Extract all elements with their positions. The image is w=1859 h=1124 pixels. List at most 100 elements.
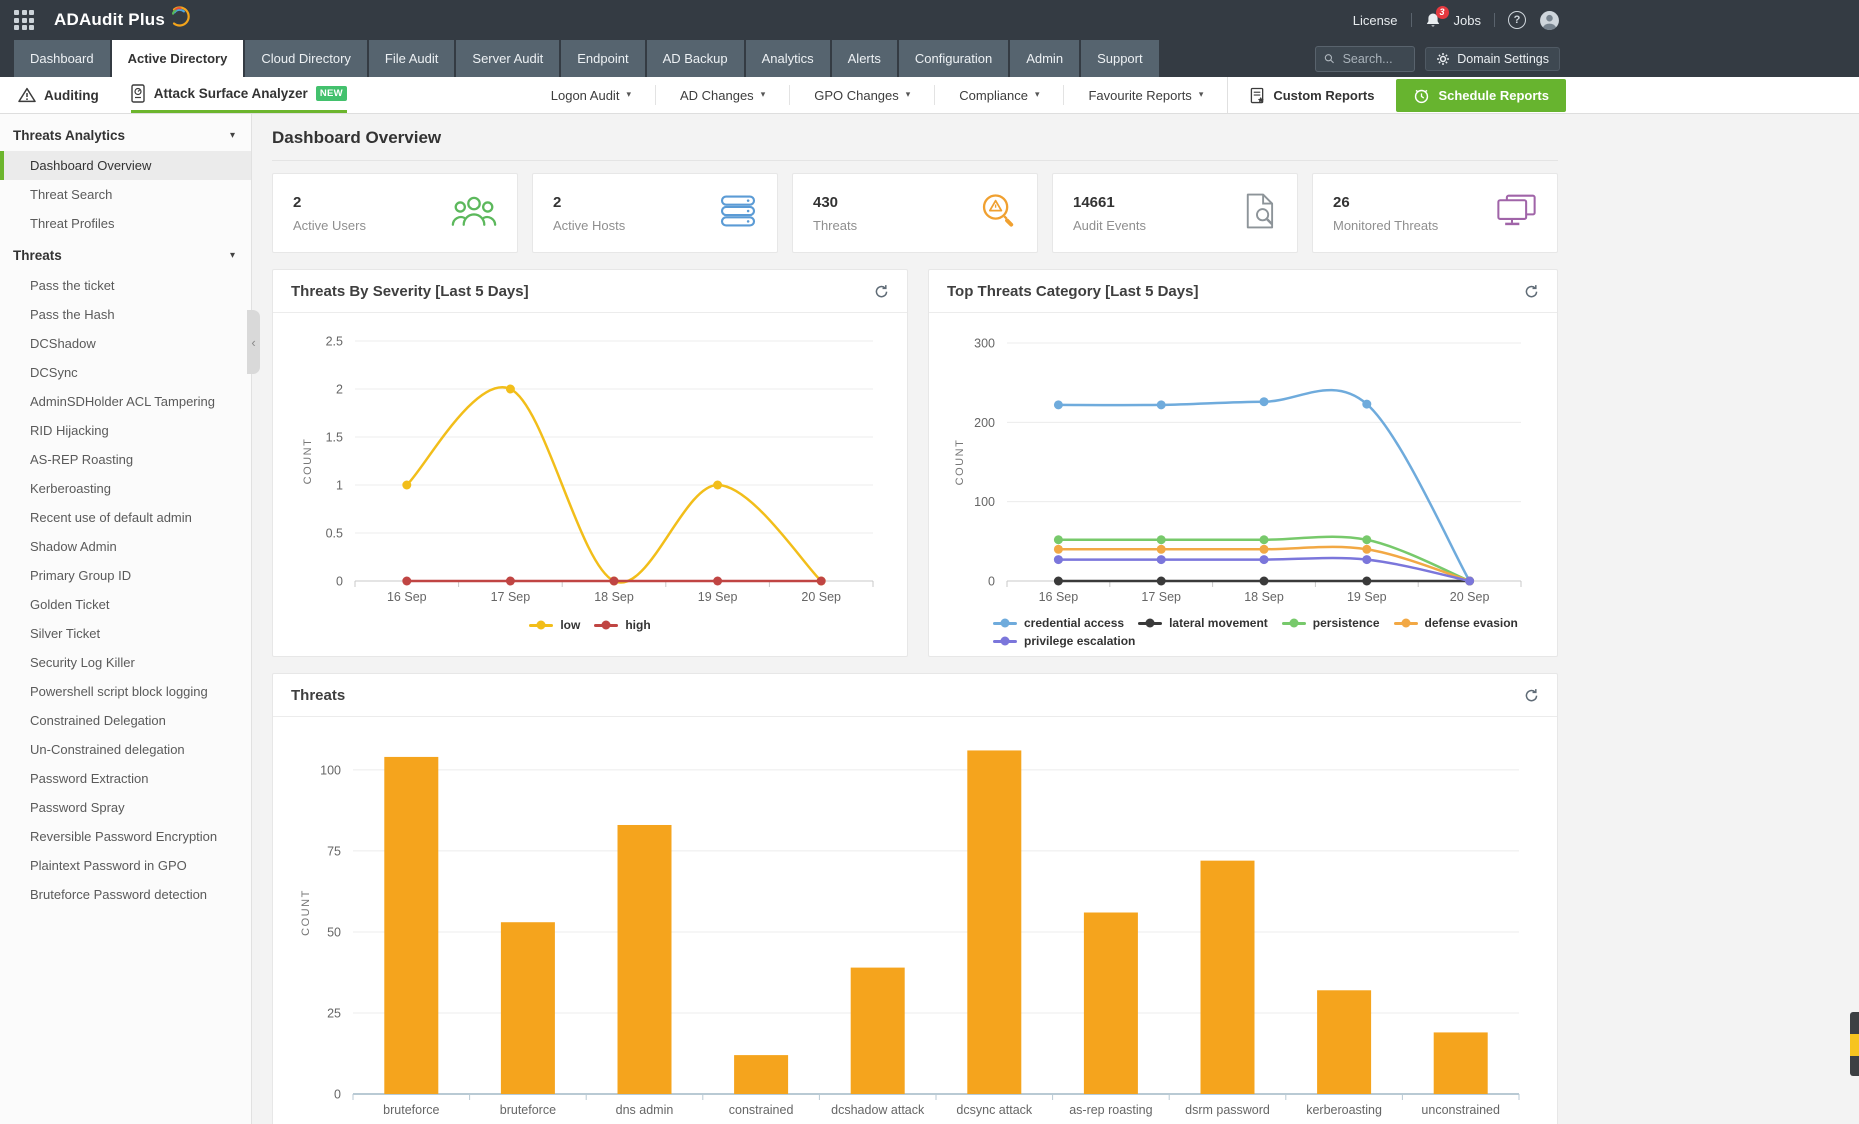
sidebar-item-dashboard-overview[interactable]: Dashboard Overview — [0, 151, 251, 180]
custom-reports-label: Custom Reports — [1273, 88, 1374, 103]
stat-card-monitored-threats[interactable]: 26Monitored Threats — [1312, 173, 1558, 253]
sidebar-item-as-rep-roasting[interactable]: AS-REP Roasting — [0, 445, 251, 474]
attack-surface-analyzer-tab[interactable]: Attack Surface Analyzer NEW — [131, 77, 347, 113]
stat-card-active-users[interactable]: 2Active Users — [272, 173, 518, 253]
svg-text:1.5: 1.5 — [326, 431, 343, 445]
sidebar-item-dcshadow[interactable]: DCShadow — [0, 329, 251, 358]
sidebar-item-security-log-killer[interactable]: Security Log Killer — [0, 648, 251, 677]
svg-text:2: 2 — [336, 383, 343, 397]
sidebar-item-kerberoasting[interactable]: Kerberoasting — [0, 474, 251, 503]
sidebar-item-rid-hijacking[interactable]: RID Hijacking — [0, 416, 251, 445]
app-logo: ADAudit Plus — [54, 8, 191, 32]
sidebar-item-shadow-admin[interactable]: Shadow Admin — [0, 532, 251, 561]
stat-value: 14661 — [1073, 194, 1146, 211]
legend-label: persistence — [1313, 616, 1380, 630]
search-input[interactable] — [1341, 51, 1407, 67]
refresh-icon[interactable] — [874, 284, 889, 299]
chart-title: Top Threats Category [Last 5 Days] — [947, 283, 1198, 300]
sidebar-item-primary-group-id[interactable]: Primary Group ID — [0, 561, 251, 590]
help-button[interactable]: ? — [1508, 11, 1526, 29]
sidebar-item-silver-ticket[interactable]: Silver Ticket — [0, 619, 251, 648]
apps-grid-icon[interactable] — [14, 10, 34, 30]
card-header: Top Threats Category [Last 5 Days] — [929, 270, 1557, 313]
topbar-actions: License 3 Jobs ? — [1353, 10, 1560, 31]
tab-analytics[interactable]: Analytics — [746, 40, 830, 77]
sidebar-item-pass-the-ticket[interactable]: Pass the ticket — [0, 271, 251, 300]
legend-item-high[interactable]: high — [594, 618, 650, 632]
svg-text:0: 0 — [336, 575, 343, 589]
sidebar-item-adminsdholder-acl-tampering[interactable]: AdminSDHolder ACL Tampering — [0, 387, 251, 416]
stat-card-threats[interactable]: 430Threats — [792, 173, 1038, 253]
tab-alerts[interactable]: Alerts — [832, 40, 897, 77]
dropdown-gpo-changes[interactable]: GPO Changes▾ — [790, 88, 934, 103]
sidebar-item-pass-the-hash[interactable]: Pass the Hash — [0, 300, 251, 329]
brand-swoosh-icon — [167, 4, 191, 28]
brand-name: ADAudit Plus — [54, 10, 165, 30]
search-icon — [1324, 52, 1334, 65]
tab-file-audit[interactable]: File Audit — [369, 40, 454, 77]
legend-item-defense-evasion[interactable]: defense evasion — [1394, 616, 1518, 630]
dropdown-compliance[interactable]: Compliance▾ — [935, 88, 1063, 103]
sidebar-item-golden-ticket[interactable]: Golden Ticket — [0, 590, 251, 619]
auditing-tab[interactable]: Auditing — [18, 77, 99, 113]
tab-admin[interactable]: Admin — [1010, 40, 1079, 77]
sidebar-item-constrained-delegation[interactable]: Constrained Delegation — [0, 706, 251, 735]
tab-cloud-directory[interactable]: Cloud Directory — [245, 40, 367, 77]
charts-row: Threats By Severity [Last 5 Days] 00.511… — [272, 269, 1558, 657]
tab-ad-backup[interactable]: AD Backup — [647, 40, 744, 77]
stat-value: 2 — [293, 194, 366, 211]
audit-document-icon — [1245, 193, 1277, 234]
dropdown-favourite-reports[interactable]: Favourite Reports▾ — [1064, 88, 1227, 103]
sidebar-item-un-constrained-delegation[interactable]: Un-Constrained delegation — [0, 735, 251, 764]
card-header: Threats — [273, 674, 1557, 717]
schedule-reports-button[interactable]: Schedule Reports — [1396, 79, 1566, 112]
sidebar-item-powershell-script-block-logging[interactable]: Powershell script block logging — [0, 677, 251, 706]
sidebar-item-plaintext-password-in-gpo[interactable]: Plaintext Password in GPO — [0, 851, 251, 880]
stat-card-active-hosts[interactable]: 2Active Hosts — [532, 173, 778, 253]
global-search[interactable] — [1315, 46, 1415, 72]
sidebar-item-password-extraction[interactable]: Password Extraction — [0, 764, 251, 793]
sidebar-section-threats-analytics[interactable]: Threats Analytics▾ — [0, 118, 251, 151]
sidebar-item-bruteforce-password-detection[interactable]: Bruteforce Password detection — [0, 880, 251, 909]
notifications-button[interactable]: 3 — [1425, 12, 1441, 29]
auditing-label: Auditing — [44, 88, 99, 103]
sidebar-item-password-spray[interactable]: Password Spray — [0, 793, 251, 822]
tab-dashboard[interactable]: Dashboard — [14, 40, 110, 77]
dropdown-ad-changes[interactable]: AD Changes▾ — [656, 88, 789, 103]
stat-label: Threats — [813, 218, 857, 233]
license-link[interactable]: License — [1353, 13, 1398, 28]
app-root: ADAudit Plus License 3 Jobs ? — [0, 0, 1859, 1124]
feedback-widget[interactable] — [1850, 1012, 1859, 1076]
legend-item-low[interactable]: low — [529, 618, 580, 632]
dropdown-logon-audit[interactable]: Logon Audit▾ — [527, 88, 655, 103]
tab-support[interactable]: Support — [1081, 40, 1159, 77]
sidebar-item-recent-use-of-default-admin[interactable]: Recent use of default admin — [0, 503, 251, 532]
stat-info: 2Active Users — [293, 194, 366, 233]
tab-endpoint[interactable]: Endpoint — [561, 40, 644, 77]
sidebar-item-threat-search[interactable]: Threat Search — [0, 180, 251, 209]
tab-server-audit[interactable]: Server Audit — [456, 40, 559, 77]
sidebar-item-reversible-password-encryption[interactable]: Reversible Password Encryption — [0, 822, 251, 851]
sidebar-item-dcsync[interactable]: DCSync — [0, 358, 251, 387]
legend-item-persistence[interactable]: persistence — [1282, 616, 1380, 630]
sidebar-collapse-handle[interactable]: ‹ — [247, 310, 260, 374]
legend-marker — [1138, 622, 1162, 625]
stat-label: Monitored Threats — [1333, 218, 1438, 233]
legend-item-credential-access[interactable]: credential access — [993, 616, 1124, 630]
tab-configuration[interactable]: Configuration — [899, 40, 1008, 77]
sidebar-section-threats[interactable]: Threats▾ — [0, 238, 251, 271]
alarm-clock-icon — [1413, 87, 1430, 104]
legend-item-lateral-movement[interactable]: lateral movement — [1138, 616, 1268, 630]
refresh-icon[interactable] — [1524, 688, 1539, 703]
legend-item-privilege-escalation[interactable]: privilege escalation — [993, 634, 1135, 648]
profile-avatar[interactable] — [1539, 10, 1560, 31]
tab-active-directory[interactable]: Active Directory — [112, 40, 244, 77]
jobs-link[interactable]: Jobs — [1454, 13, 1481, 28]
stat-card-audit-events[interactable]: 14661Audit Events — [1052, 173, 1298, 253]
nav-tabs: DashboardActive DirectoryCloud Directory… — [14, 40, 1159, 77]
svg-text:50: 50 — [327, 925, 341, 939]
custom-reports-button[interactable]: Custom Reports — [1228, 87, 1396, 104]
domain-settings-button[interactable]: Domain Settings — [1425, 47, 1560, 71]
refresh-icon[interactable] — [1524, 284, 1539, 299]
sidebar-item-threat-profiles[interactable]: Threat Profiles — [0, 209, 251, 238]
